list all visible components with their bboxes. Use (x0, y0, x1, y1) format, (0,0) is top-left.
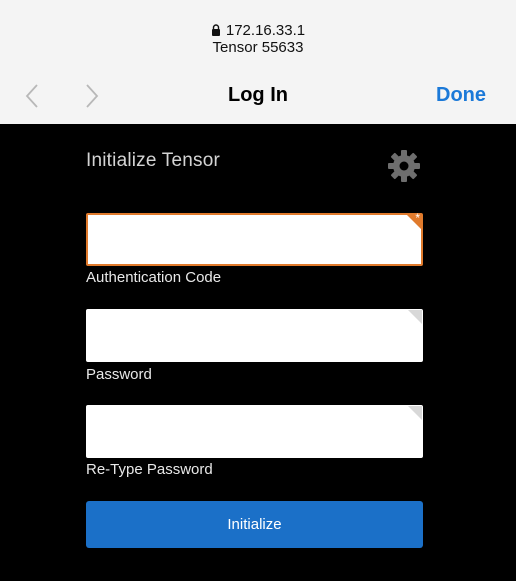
browser-toolbar: 172.16.33.1 Tensor 55633 Log In Done (0, 0, 516, 124)
gear-icon[interactable] (386, 148, 422, 184)
retype-password-field[interactable] (86, 405, 423, 458)
page-title: Initialize Tensor (86, 150, 221, 171)
url-text: 172.16.33.1 (225, 21, 306, 39)
lock-icon (211, 24, 220, 36)
url-bar[interactable]: 172.16.33.1 (0, 19, 516, 41)
password-field[interactable] (86, 309, 423, 362)
password-input[interactable] (87, 310, 422, 361)
password-label: Password (86, 366, 152, 383)
login-panel: Initialize Tensor * Authentication Code … (0, 124, 516, 581)
required-asterisk: * (415, 211, 420, 225)
initialize-button[interactable]: Initialize (86, 501, 423, 548)
done-button[interactable]: Done (436, 84, 486, 108)
field-corner-marker (408, 310, 422, 324)
authentication-code-label: Authentication Code (86, 269, 222, 286)
field-corner-marker (408, 406, 422, 420)
retype-password-label: Re-Type Password (86, 461, 213, 478)
retype-password-input[interactable] (87, 406, 422, 457)
authentication-code-field[interactable]: * (86, 211, 423, 266)
authentication-code-input[interactable] (88, 215, 421, 264)
page-subtitle: Tensor 55633 (212, 39, 304, 56)
